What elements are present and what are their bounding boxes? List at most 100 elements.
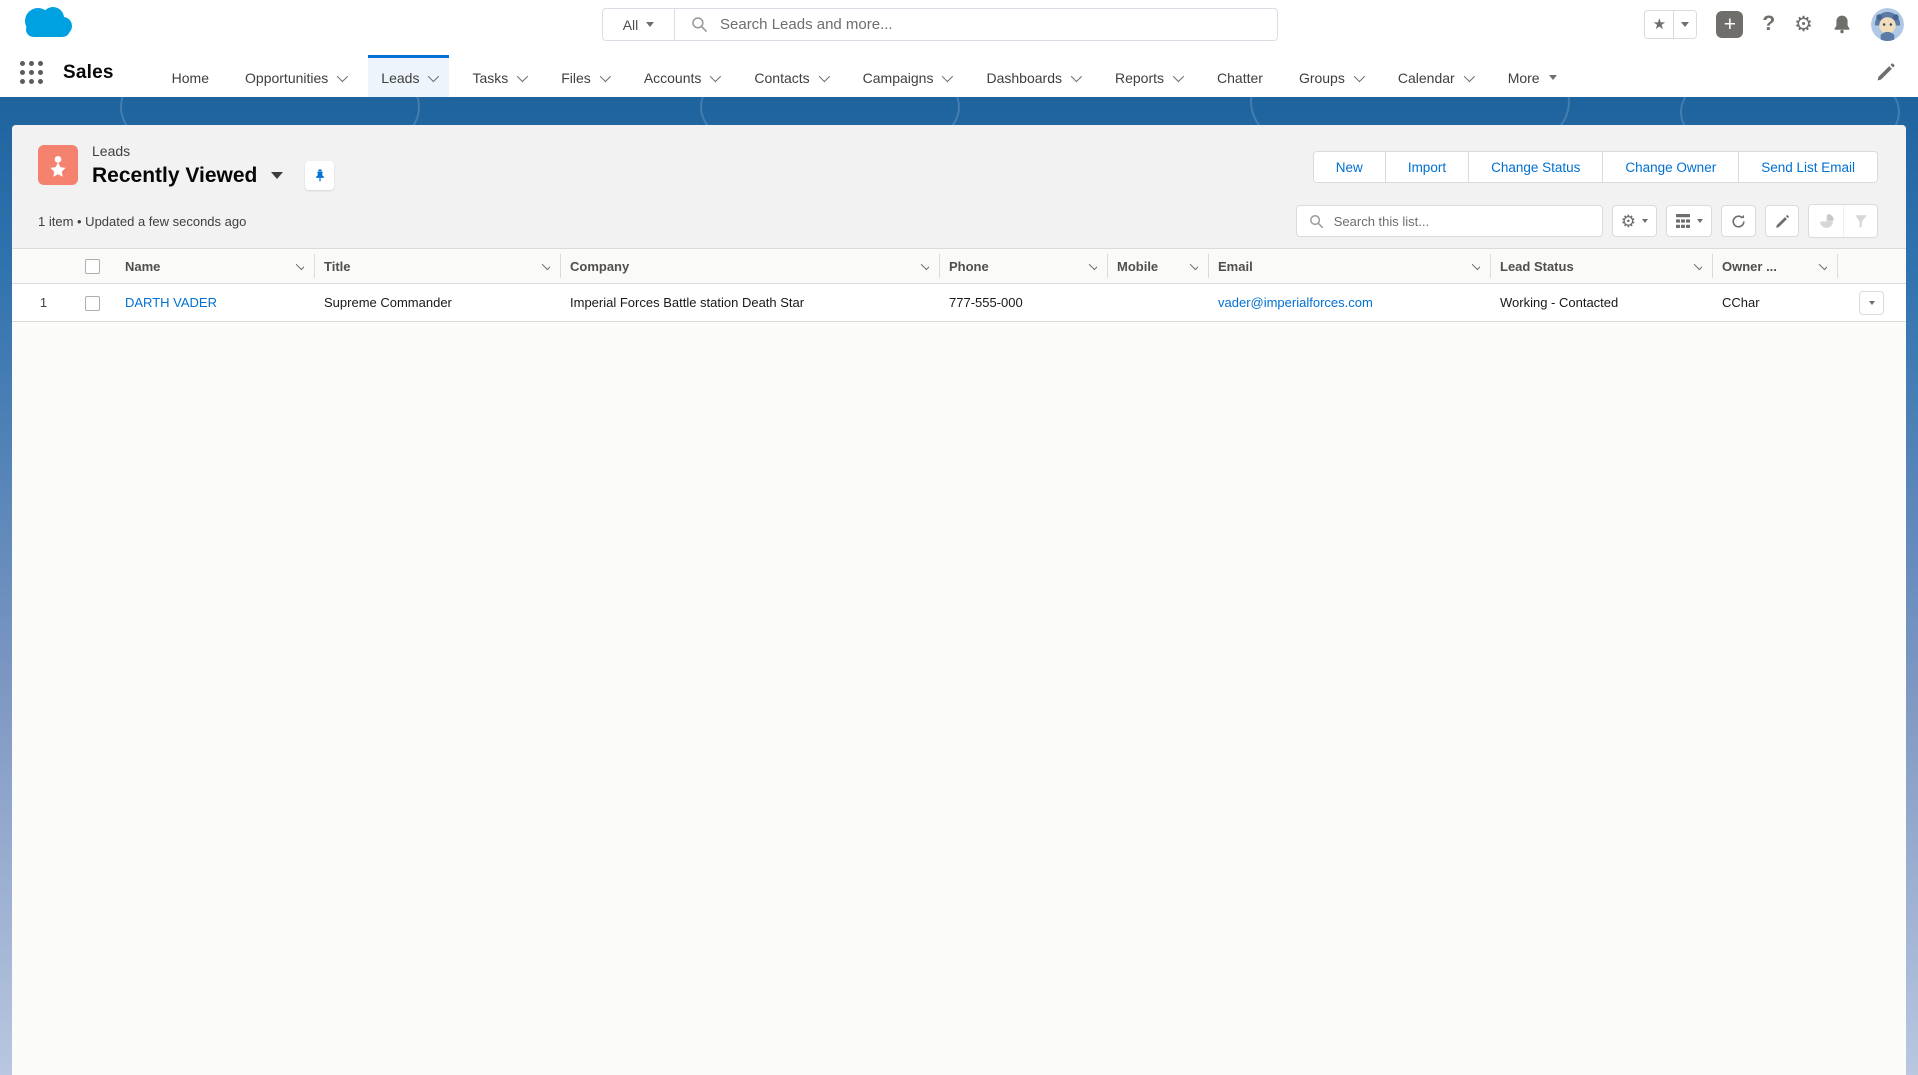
display-as-table-icon bbox=[1676, 214, 1690, 228]
cell-email: vader@imperialforces.com bbox=[1208, 283, 1490, 322]
chevron-down-icon[interactable] bbox=[818, 70, 830, 82]
column-header-email[interactable]: Email bbox=[1208, 248, 1490, 284]
list-view-selector-caret-icon[interactable] bbox=[271, 172, 284, 179]
chevron-down-icon[interactable] bbox=[1463, 70, 1475, 82]
caret-down-icon bbox=[1642, 219, 1648, 223]
lead-name-link[interactable]: DARTH VADER bbox=[125, 295, 217, 310]
global-search-input[interactable] bbox=[720, 16, 1277, 33]
app-launcher-icon[interactable] bbox=[20, 61, 43, 84]
tab-dashboards[interactable]: Dashboards bbox=[973, 55, 1092, 97]
cell-name: DARTH VADER bbox=[115, 283, 314, 322]
setup-gear-icon[interactable]: ⚙ bbox=[1794, 14, 1813, 35]
tab-groups[interactable]: Groups bbox=[1286, 55, 1375, 97]
select-all-header bbox=[75, 248, 115, 284]
salesforce-cloud-icon[interactable] bbox=[18, 3, 76, 45]
app-name: Sales bbox=[63, 61, 114, 83]
cell-mobile bbox=[1107, 283, 1208, 322]
cell-company: Imperial Forces Battle station Death Sta… bbox=[560, 283, 939, 322]
new-button[interactable]: New bbox=[1313, 152, 1385, 182]
chevron-down-icon[interactable] bbox=[710, 70, 722, 82]
filter-button-disabled bbox=[1843, 205, 1877, 237]
edit-navigation-pencil-icon[interactable] bbox=[1876, 62, 1896, 82]
change-status-button[interactable]: Change Status bbox=[1468, 152, 1603, 182]
chevron-down-icon[interactable] bbox=[920, 258, 929, 271]
select-all-checkbox[interactable] bbox=[85, 259, 100, 275]
list-search-input[interactable] bbox=[1333, 213, 1590, 229]
search-icon bbox=[1309, 214, 1323, 228]
tab-leads[interactable]: Leads bbox=[368, 55, 450, 97]
chevron-down-icon[interactable] bbox=[541, 258, 550, 271]
list-view-settings-button[interactable]: ⚙ bbox=[1611, 205, 1657, 237]
tab-accounts[interactable]: Accounts bbox=[631, 55, 732, 97]
search-scope-selector[interactable]: All bbox=[603, 9, 675, 40]
column-header-name[interactable]: Name bbox=[115, 248, 314, 284]
cell-phone: 777-555-000 bbox=[939, 283, 1107, 322]
row-actions-button[interactable] bbox=[1859, 290, 1884, 315]
tab-files[interactable]: Files bbox=[548, 55, 621, 97]
favorites-star-icon[interactable]: ★ bbox=[1645, 10, 1675, 38]
chevron-down-icon[interactable] bbox=[517, 70, 529, 82]
global-header: All ★ + ? ⚙ bbox=[0, 0, 1918, 48]
global-actions-plus-icon[interactable]: + bbox=[1716, 10, 1744, 38]
app-navigation-bar: Sales Home Opportunities Leads Tasks Fil… bbox=[0, 48, 1918, 97]
row-select-cell bbox=[75, 283, 115, 322]
chevron-down-icon[interactable] bbox=[1693, 258, 1702, 271]
tab-more[interactable]: More bbox=[1495, 55, 1570, 97]
tab-tasks[interactable]: Tasks bbox=[459, 55, 538, 97]
inline-edit-button[interactable] bbox=[1765, 205, 1799, 237]
column-header-title[interactable]: Title bbox=[314, 248, 560, 284]
cell-owner-alias: CChar bbox=[1712, 283, 1837, 322]
chevron-down-icon[interactable] bbox=[295, 258, 304, 271]
chevron-down-icon[interactable] bbox=[428, 70, 440, 82]
chevron-down-icon[interactable] bbox=[337, 70, 349, 82]
tab-contacts[interactable]: Contacts bbox=[741, 55, 839, 97]
leads-table: Name Title Company Phone Mobile Email Le… bbox=[12, 248, 1906, 322]
caret-down-icon bbox=[1868, 300, 1875, 305]
global-search: All bbox=[602, 8, 1278, 41]
change-owner-button[interactable]: Change Owner bbox=[1602, 152, 1739, 182]
search-scope-label: All bbox=[622, 16, 639, 33]
display-as-button[interactable] bbox=[1666, 205, 1712, 237]
column-header-mobile[interactable]: Mobile bbox=[1107, 248, 1208, 284]
tab-campaigns[interactable]: Campaigns bbox=[850, 55, 964, 97]
chevron-down-icon[interactable] bbox=[1172, 70, 1185, 82]
chevron-down-icon[interactable] bbox=[1353, 70, 1365, 82]
row-checkbox[interactable] bbox=[85, 295, 100, 311]
column-header-company[interactable]: Company bbox=[560, 248, 939, 284]
chevron-down-icon[interactable] bbox=[1189, 258, 1198, 271]
caret-down-icon bbox=[1548, 75, 1557, 80]
chevron-down-icon[interactable] bbox=[1088, 258, 1097, 271]
column-header-lead-status[interactable]: Lead Status bbox=[1490, 248, 1712, 284]
tab-calendar[interactable]: Calendar bbox=[1385, 55, 1485, 97]
refresh-button[interactable] bbox=[1721, 205, 1756, 237]
tab-reports[interactable]: Reports bbox=[1102, 55, 1194, 97]
cell-title: Supreme Commander bbox=[314, 283, 560, 322]
charts-pie-icon bbox=[1819, 213, 1834, 228]
notifications-bell-icon[interactable] bbox=[1832, 13, 1852, 35]
leads-list-view-card: Leads Recently Viewed New Import Change … bbox=[12, 125, 1906, 1075]
tab-chatter[interactable]: Chatter bbox=[1204, 55, 1276, 97]
refresh-icon bbox=[1732, 214, 1745, 228]
column-header-owner[interactable]: Owner ... bbox=[1712, 248, 1837, 284]
send-list-email-button[interactable]: Send List Email bbox=[1738, 152, 1877, 182]
caret-down-icon bbox=[1697, 219, 1703, 223]
column-header-phone[interactable]: Phone bbox=[939, 248, 1107, 284]
list-meta-text: 1 item • Updated a few seconds ago bbox=[38, 213, 247, 229]
inline-edit-pencil-icon bbox=[1775, 214, 1789, 228]
pin-list-button[interactable] bbox=[305, 161, 335, 190]
list-view-title[interactable]: Recently Viewed bbox=[92, 164, 257, 188]
tab-opportunities[interactable]: Opportunities bbox=[232, 55, 358, 97]
chevron-down-icon[interactable] bbox=[599, 70, 611, 82]
chevron-down-icon[interactable] bbox=[1471, 258, 1480, 271]
favorites-button-group: ★ bbox=[1644, 9, 1698, 39]
chevron-down-icon[interactable] bbox=[942, 70, 954, 82]
help-icon[interactable]: ? bbox=[1762, 12, 1775, 36]
user-avatar[interactable] bbox=[1871, 7, 1904, 41]
lead-email-link[interactable]: vader@imperialforces.com bbox=[1218, 295, 1373, 310]
chevron-down-icon[interactable] bbox=[1070, 70, 1083, 82]
import-button[interactable]: Import bbox=[1384, 152, 1469, 182]
tab-home[interactable]: Home bbox=[159, 55, 222, 97]
chevron-down-icon[interactable] bbox=[1818, 258, 1827, 271]
row-number: 1 bbox=[12, 283, 75, 322]
favorites-caret-icon[interactable] bbox=[1674, 10, 1697, 38]
